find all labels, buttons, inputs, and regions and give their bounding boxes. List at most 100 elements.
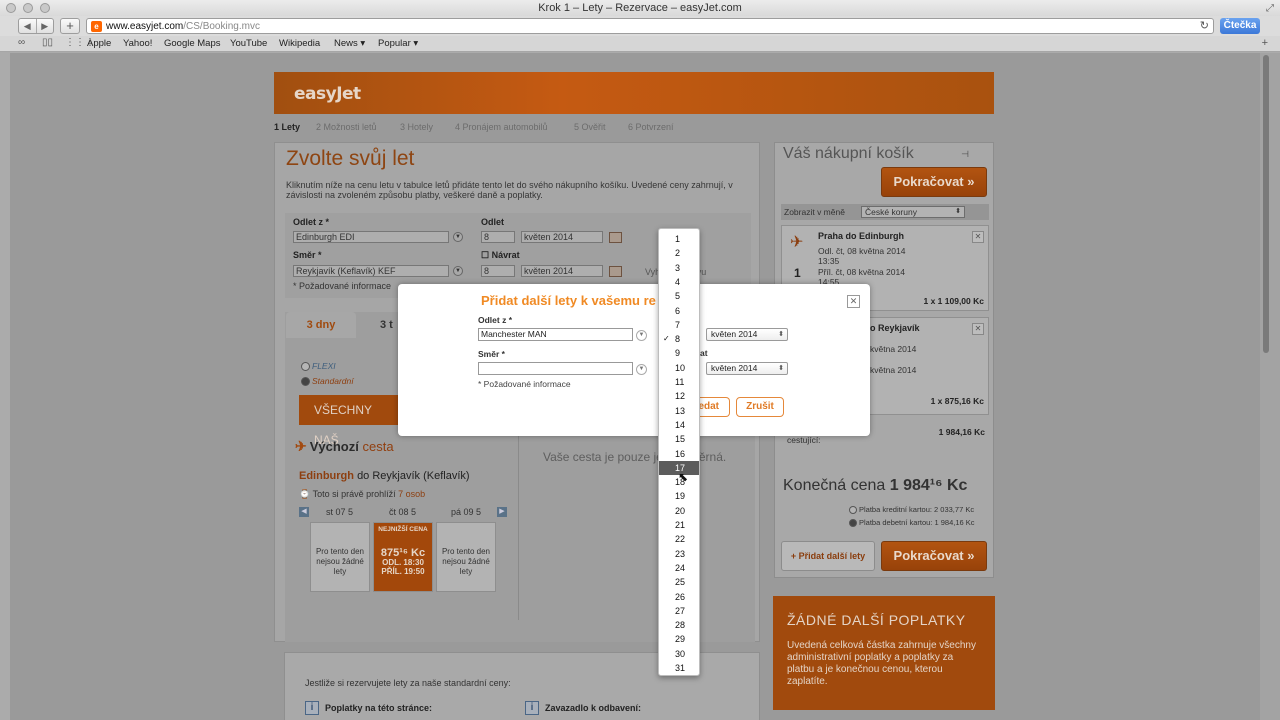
add-bookmark-button[interactable]: + bbox=[60, 18, 80, 34]
step-2[interactable]: 2 Možnosti letů bbox=[316, 122, 377, 132]
day-option[interactable]: 3 bbox=[659, 261, 699, 275]
back-forward-buttons[interactable]: ◀ ▶ bbox=[18, 18, 54, 34]
modal-close-icon[interactable]: ✕ bbox=[847, 295, 860, 308]
depart-day-select[interactable]: 8 bbox=[481, 231, 515, 243]
return-day-select[interactable]: 8 bbox=[481, 265, 515, 277]
day-option[interactable]: 27 bbox=[659, 604, 699, 618]
depart-calendar-icon[interactable] bbox=[609, 232, 622, 243]
from-dropdown-icon[interactable]: ▼ bbox=[453, 232, 463, 242]
day-option[interactable]: 28 bbox=[659, 618, 699, 632]
day-option[interactable]: 26 bbox=[659, 590, 699, 604]
modal-from-dropdown-icon[interactable]: ▼ bbox=[636, 330, 647, 341]
bookmarks-book-icon[interactable]: ▯▯ bbox=[42, 37, 53, 48]
reload-icon[interactable]: ↻ bbox=[1200, 19, 1209, 32]
day-option[interactable]: 4 bbox=[659, 275, 699, 289]
day-option[interactable]: 25 bbox=[659, 575, 699, 589]
day-option[interactable]: 7 bbox=[659, 318, 699, 332]
step-6[interactable]: 6 Potvrzení bbox=[628, 122, 674, 132]
pay-debit-option[interactable]: Platba debetní kartou: 1 984,16 Kc bbox=[849, 518, 975, 528]
url-text[interactable]: www.easyjet.com/CS/Booking.mvc bbox=[106, 20, 260, 33]
to-input[interactable]: Reykjavík (Keflavík) KEF bbox=[293, 265, 449, 277]
modal-from-input[interactable]: Manchester MAN bbox=[478, 328, 633, 341]
day-option[interactable]: 19 bbox=[659, 489, 699, 503]
day-option[interactable]: 2 bbox=[659, 246, 699, 260]
day-option[interactable]: 9 bbox=[659, 346, 699, 360]
day-dropdown-list[interactable]: 1234567891011121314151617181920212223242… bbox=[658, 228, 700, 676]
day-option[interactable]: 29 bbox=[659, 632, 699, 646]
modal-depart-month-select[interactable]: květen 2014 ⬍ bbox=[706, 328, 788, 341]
standard-radio[interactable] bbox=[301, 377, 310, 387]
collapse-icon[interactable]: ⊣ bbox=[961, 149, 969, 160]
bookmark-wikipedia[interactable]: Wikipedia bbox=[279, 38, 320, 49]
bookmark-youtube[interactable]: YouTube bbox=[230, 38, 267, 49]
day-option[interactable]: 13 bbox=[659, 404, 699, 418]
minimize-window-button[interactable] bbox=[23, 3, 33, 13]
bookmark-news[interactable]: News ▾ bbox=[334, 38, 365, 49]
forward-icon[interactable]: ▶ bbox=[37, 19, 54, 33]
day-option[interactable]: 24 bbox=[659, 561, 699, 575]
day-option[interactable]: 12 bbox=[659, 389, 699, 403]
scrollbar-thumb[interactable] bbox=[1263, 55, 1269, 353]
credit-radio[interactable] bbox=[849, 506, 857, 515]
day-option[interactable]: 16 bbox=[659, 447, 699, 461]
reader-button[interactable]: Čtečka bbox=[1220, 18, 1260, 34]
remove-flight-1-icon[interactable]: ✕ bbox=[972, 231, 984, 243]
day-option[interactable]: 30 bbox=[659, 647, 699, 661]
zoom-window-button[interactable] bbox=[40, 3, 50, 13]
new-tab-icon[interactable]: + bbox=[1262, 37, 1268, 49]
return-month-select[interactable]: květen 2014 bbox=[521, 265, 603, 277]
day-option[interactable]: 20 bbox=[659, 504, 699, 518]
close-window-button[interactable] bbox=[6, 3, 16, 13]
modal-cancel-button[interactable]: Zrušit bbox=[736, 397, 784, 417]
reading-list-icon[interactable]: ∞ bbox=[18, 37, 25, 48]
from-input[interactable]: Edinburgh EDI bbox=[293, 231, 449, 243]
depart-month-select[interactable]: květen 2014 bbox=[521, 231, 603, 243]
continue-button-top[interactable]: Pokračovat » bbox=[881, 167, 987, 197]
pay-credit-option[interactable]: Platba kreditní kartou: 2 033,77 Kc bbox=[849, 505, 974, 515]
modal-to-dropdown-icon[interactable]: ▼ bbox=[636, 364, 647, 375]
flexi-radio[interactable] bbox=[301, 362, 310, 372]
day-card-cheapest[interactable]: NEJNIŽŠÍ CENA 875¹⁶ Kc ODL. 18:30 PŘÍL. … bbox=[373, 522, 433, 592]
all-fares-button[interactable]: VŠECHNY NAŠ bbox=[299, 395, 399, 447]
day-option[interactable]: 21 bbox=[659, 518, 699, 532]
fullscreen-icon[interactable]: ⤢ bbox=[1266, 1, 1274, 17]
prev-day-icon[interactable]: ◀ bbox=[299, 507, 309, 517]
cheapest-price[interactable]: 875¹⁶ Kc bbox=[374, 548, 432, 559]
day-option[interactable]: 10 bbox=[659, 361, 699, 375]
fare-standard-option[interactable]: Standardní bbox=[301, 376, 354, 387]
step-4[interactable]: 4 Pronájem automobilů bbox=[455, 122, 548, 132]
day-option[interactable]: 14 bbox=[659, 418, 699, 432]
continue-button-bottom[interactable]: Pokračovat » bbox=[881, 541, 987, 571]
return-calendar-icon[interactable] bbox=[609, 266, 622, 277]
modal-return-month-select[interactable]: květen 2014 ⬍ bbox=[706, 362, 788, 375]
step-5[interactable]: 5 Ověřit bbox=[574, 122, 606, 132]
day-option[interactable]: 5 bbox=[659, 289, 699, 303]
modal-to-input[interactable] bbox=[478, 362, 633, 375]
bookmark-popular[interactable]: Popular ▾ bbox=[378, 38, 418, 49]
easyjet-logo[interactable]: easyJet bbox=[294, 84, 361, 104]
day-option[interactable]: 8 bbox=[659, 332, 699, 346]
to-dropdown-icon[interactable]: ▼ bbox=[453, 266, 463, 276]
step-3[interactable]: 3 Hotely bbox=[400, 122, 433, 132]
add-more-flights-button[interactable]: + Přidat další lety bbox=[781, 541, 875, 571]
day-option[interactable]: 15 bbox=[659, 432, 699, 446]
day-option[interactable]: 22 bbox=[659, 532, 699, 546]
day-option[interactable]: 31 bbox=[659, 661, 699, 675]
remove-flight-2-icon[interactable]: ✕ bbox=[972, 323, 984, 335]
day-option[interactable]: 6 bbox=[659, 304, 699, 318]
day-option[interactable]: 23 bbox=[659, 547, 699, 561]
day-option[interactable]: 11 bbox=[659, 375, 699, 389]
bookmark-yahoo[interactable]: Yahoo! bbox=[123, 38, 152, 49]
bookmark-google-maps[interactable]: Google Maps bbox=[164, 38, 221, 49]
bookmark-apple[interactable]: Apple bbox=[87, 38, 111, 49]
modal-month1-value: květen 2014 bbox=[711, 329, 758, 339]
address-bar[interactable]: e www.easyjet.com/CS/Booking.mvc ↻ bbox=[86, 18, 1214, 34]
debit-radio[interactable] bbox=[849, 519, 857, 528]
currency-select[interactable]: České koruny ⬍ bbox=[861, 206, 965, 218]
tab-3-days[interactable]: 3 dny bbox=[286, 312, 356, 338]
window-controls[interactable] bbox=[6, 3, 50, 13]
back-icon[interactable]: ◀ bbox=[19, 19, 37, 33]
day-option[interactable]: 1 bbox=[659, 232, 699, 246]
fare-flexi-option[interactable]: FLEXI bbox=[301, 361, 336, 372]
next-day-icon[interactable]: ▶ bbox=[497, 507, 507, 517]
